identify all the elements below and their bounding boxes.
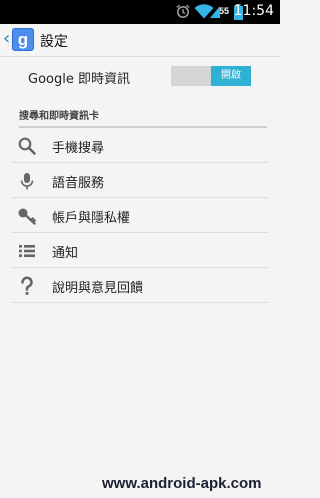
list-item-voice[interactable]: 語音服務 [12,163,268,198]
help-icon [21,276,33,295]
list-item-accounts-privacy[interactable]: 帳戶與隱私權 [12,198,268,233]
key-icon [18,208,36,225]
alarm-icon [176,4,190,18]
google-logo-icon[interactable]: g [12,28,34,51]
section-header: 搜尋和即時資訊卡 [19,107,267,128]
google-now-toggle[interactable]: 開啟 [171,66,251,86]
page-title: 設定 [40,34,68,50]
list-item-notifications[interactable]: 通知 [12,233,268,268]
clock-time: 11:54 [233,3,274,19]
list-item-phone-search[interactable]: 手機搜尋 [12,128,268,163]
list-icon [19,245,35,257]
list-item-label: 帳戶與隱私權 [52,211,131,226]
settings-list: 手機搜尋 語音服務 帳戶與隱私權 通知 說明與意見回饋 [0,128,280,303]
list-item-label: 通知 [52,246,79,261]
list-item-label: 手機搜尋 [52,141,105,156]
list-item-help-feedback[interactable]: 說明與意見回饋 [12,268,268,303]
signal-icon [210,6,220,18]
microphone-icon [20,173,34,190]
back-chevron-icon[interactable]: ‹ [3,29,10,49]
status-bar: 55 11:54 [0,0,280,24]
logo-letter: g [17,30,29,49]
google-now-switch-row[interactable]: Google 即時資訊 開啟 [0,60,280,92]
search-icon [18,137,36,155]
watermark-text: www.android-apk.com [102,475,262,492]
list-item-label: 說明與意見回饋 [52,281,144,296]
toggle-state-label: 開啟 [211,66,251,86]
google-now-label: Google 即時資訊 [28,72,130,87]
list-item-label: 語音服務 [52,176,105,191]
action-bar: ‹ g 設定 [0,24,280,57]
